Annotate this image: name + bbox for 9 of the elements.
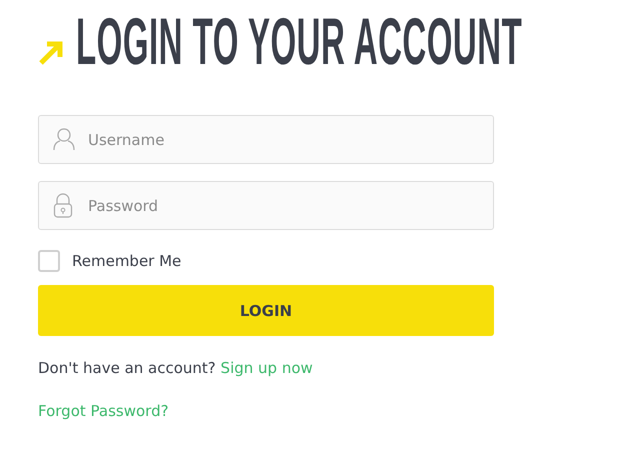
forgot-password-link[interactable]: Forgot Password? bbox=[38, 402, 169, 420]
username-field[interactable]: Username bbox=[38, 115, 494, 164]
login-button[interactable]: LOGIN bbox=[38, 285, 494, 336]
checkbox[interactable] bbox=[38, 250, 60, 272]
page-title: LOGIN TO YOUR ACCOUNT bbox=[76, 14, 522, 68]
password-field[interactable]: Password bbox=[38, 181, 494, 230]
checkbox-label: Remember Me bbox=[72, 252, 182, 270]
signup-link[interactable]: Sign up now bbox=[220, 359, 313, 377]
signup-prompt: Don't have an account? Sign up now bbox=[38, 359, 314, 377]
